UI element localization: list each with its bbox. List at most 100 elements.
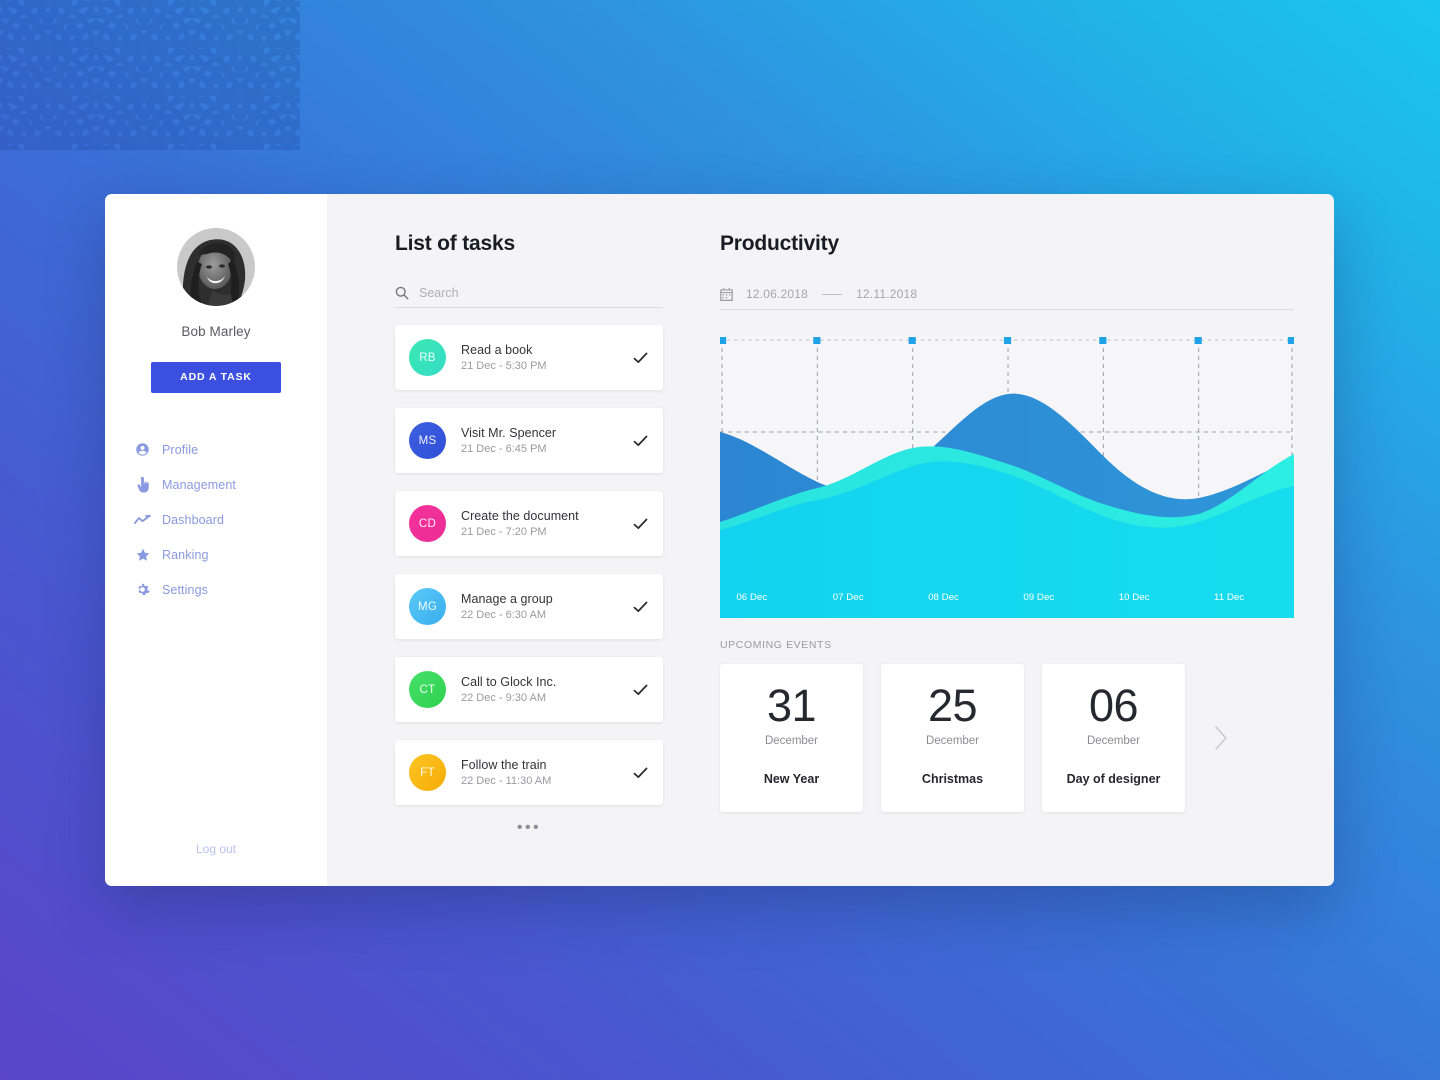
- date-to[interactable]: 12.11.2018: [856, 287, 917, 301]
- avatar: [177, 228, 255, 306]
- avatar-wrap: [105, 228, 327, 306]
- task-initials: CD: [418, 517, 437, 530]
- task-avatar: CD: [409, 505, 446, 542]
- sidebar-item-label: Management: [162, 477, 236, 492]
- tasks-title: List of tasks: [395, 232, 515, 255]
- app-background: Bob Marley ADD A TASK Profile Management…: [0, 0, 1440, 1080]
- date-separator: [822, 293, 843, 295]
- productivity-area-chart[interactable]: 06 Dec 07 Dec 08 Dec 09 Dec 10 Dec 11 De…: [720, 336, 1294, 618]
- chart-x-tick: 09 Dec: [1023, 592, 1054, 603]
- event-day: 25: [927, 680, 978, 731]
- task-time: 22 Dec - 6:30 AM: [461, 609, 546, 621]
- task-check-icon[interactable]: [633, 352, 648, 364]
- event-card[interactable]: 06 December Day of designer: [1042, 664, 1185, 812]
- task-time: 21 Dec - 5:30 PM: [461, 360, 547, 372]
- tasks-panel: List of tasks RB R: [395, 232, 663, 886]
- productivity-panel: Productivity 12.06.2018 12.11.2018 06 De…: [720, 232, 1294, 886]
- sidebar-item-dashboard[interactable]: Dashboard: [133, 502, 327, 537]
- person-icon: [133, 440, 152, 459]
- productivity-title: Productivity: [720, 232, 839, 255]
- sidebar-nav: Profile Management Dashboard Ranking Set…: [105, 432, 327, 607]
- task-row[interactable]: RB Read a book 21 Dec - 5:30 PM: [395, 325, 663, 390]
- search-row[interactable]: [395, 286, 663, 308]
- task-row[interactable]: CT Call to Glock Inc. 22 Dec - 9:30 AM: [395, 657, 663, 722]
- date-range-picker[interactable]: 12.06.2018 12.11.2018: [720, 287, 1294, 310]
- task-title: Visit Mr. Spencer: [461, 426, 557, 440]
- upcoming-events-list: 31 December New Year 25 December Christm…: [720, 664, 1294, 812]
- task-initials: RB: [419, 351, 436, 364]
- task-title: Read a book: [461, 343, 533, 357]
- task-text: Read a book 21 Dec - 5:30 PM: [461, 343, 633, 372]
- task-check-icon[interactable]: [633, 684, 648, 696]
- task-title: Follow the train: [461, 758, 547, 772]
- chart-x-tick: 08 Dec: [928, 592, 959, 603]
- task-text: Create the document 21 Dec - 7:20 PM: [461, 509, 633, 538]
- sidebar-item-settings[interactable]: Settings: [133, 572, 327, 607]
- task-time: 21 Dec - 7:20 PM: [461, 526, 547, 538]
- add-task-button[interactable]: ADD A TASK: [151, 362, 281, 393]
- logout-link[interactable]: Log out: [105, 842, 327, 856]
- hand-pointer-icon: [133, 475, 152, 494]
- event-month: December: [764, 735, 819, 747]
- task-row[interactable]: MS Visit Mr. Spencer 21 Dec - 6:45 PM: [395, 408, 663, 473]
- calendar-icon: [720, 287, 733, 301]
- seigaiha-wave-pattern: [0, 0, 300, 150]
- search-input[interactable]: [419, 286, 663, 300]
- task-initials: MS: [418, 434, 437, 447]
- upcoming-events-label: UPCOMING EVENTS: [720, 639, 832, 651]
- task-initials: FT: [420, 766, 435, 779]
- chevron-right-icon[interactable]: [1211, 723, 1231, 753]
- user-name: Bob Marley: [181, 324, 251, 339]
- sidebar-item-profile[interactable]: Profile: [133, 432, 327, 467]
- task-title: Manage a group: [461, 592, 553, 606]
- task-text: Visit Mr. Spencer 21 Dec - 6:45 PM: [461, 426, 633, 455]
- sidebar-item-label: Settings: [162, 582, 208, 597]
- task-avatar: FT: [409, 754, 446, 791]
- chart-x-tick: 07 Dec: [833, 592, 864, 603]
- sidebar-item-ranking[interactable]: Ranking: [133, 537, 327, 572]
- task-title: Call to Glock Inc.: [461, 675, 557, 689]
- task-text: Manage a group 22 Dec - 6:30 AM: [461, 592, 633, 621]
- task-text: Follow the train 22 Dec - 11:30 AM: [461, 758, 633, 787]
- sidebar-item-management[interactable]: Management: [133, 467, 327, 502]
- chart-x-tick: 06 Dec: [736, 592, 767, 603]
- sidebar-item-label: Ranking: [162, 547, 209, 562]
- star-icon: [133, 545, 152, 564]
- event-day: 31: [766, 680, 817, 731]
- search-icon: [395, 286, 409, 300]
- task-initials: MG: [417, 600, 438, 613]
- event-name: Day of designer: [1066, 772, 1161, 786]
- more-tasks-button[interactable]: •••: [395, 820, 663, 836]
- event-card[interactable]: 31 December New Year: [720, 664, 863, 812]
- task-list: RB Read a book 21 Dec - 5:30 PM MS Visit…: [395, 325, 663, 805]
- task-row[interactable]: CD Create the document 21 Dec - 7:20 PM: [395, 491, 663, 556]
- productivity-chart[interactable]: 06 Dec 07 Dec 08 Dec 09 Dec 10 Dec 11 De…: [720, 336, 1294, 618]
- task-avatar: MS: [409, 422, 446, 459]
- sidebar-item-label: Profile: [162, 442, 199, 457]
- main-content: List of tasks RB R: [327, 194, 1334, 886]
- task-time: 22 Dec - 9:30 AM: [461, 692, 546, 704]
- event-name: New Year: [763, 772, 820, 786]
- task-row[interactable]: FT Follow the train 22 Dec - 11:30 AM: [395, 740, 663, 805]
- sidebar-item-label: Dashboard: [162, 512, 225, 527]
- task-initials: CT: [419, 683, 436, 696]
- sidebar: Bob Marley ADD A TASK Profile Management…: [105, 194, 327, 886]
- task-row[interactable]: MG Manage a group 22 Dec - 6:30 AM: [395, 574, 663, 639]
- task-time: 22 Dec - 11:30 AM: [461, 775, 552, 787]
- task-title: Create the document: [461, 509, 579, 523]
- task-time: 21 Dec - 6:45 PM: [461, 443, 547, 455]
- date-from[interactable]: 12.06.2018: [746, 287, 808, 301]
- event-card[interactable]: 25 December Christmas: [881, 664, 1024, 812]
- task-avatar: RB: [409, 339, 446, 376]
- event-month: December: [925, 735, 980, 747]
- task-check-icon[interactable]: [633, 601, 648, 613]
- task-check-icon[interactable]: [633, 435, 648, 447]
- task-avatar: MG: [409, 588, 446, 625]
- task-avatar: CT: [409, 671, 446, 708]
- event-name: Christmas: [921, 772, 984, 786]
- task-check-icon[interactable]: [633, 518, 648, 530]
- event-month: December: [1086, 735, 1141, 747]
- chart-x-tick: 11 Dec: [1214, 592, 1244, 603]
- task-check-icon[interactable]: [633, 767, 648, 779]
- trend-line-icon: [133, 510, 152, 529]
